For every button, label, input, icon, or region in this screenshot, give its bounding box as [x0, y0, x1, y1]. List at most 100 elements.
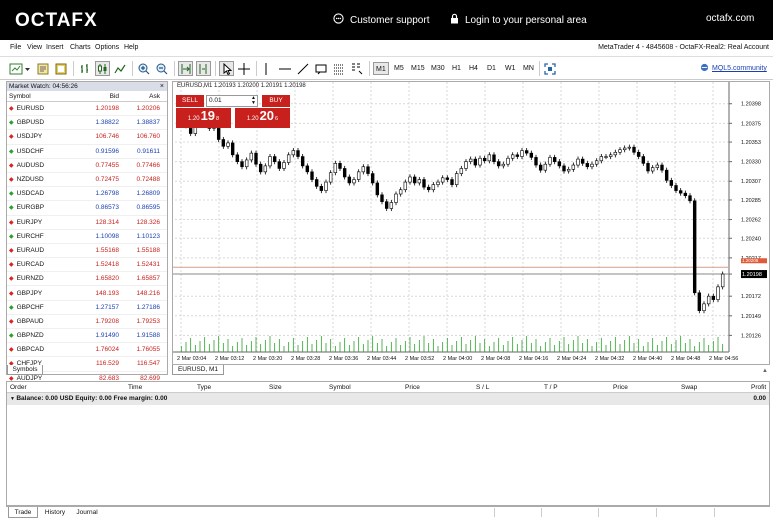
- col-type[interactable]: Type: [197, 382, 211, 393]
- profiles-button[interactable]: [36, 61, 50, 76]
- candle-body: [646, 163, 650, 172]
- tab-symbols[interactable]: Symbols: [7, 365, 43, 375]
- timeframe-h4[interactable]: H4: [467, 62, 480, 75]
- fullscreen-icon[interactable]: [543, 61, 557, 76]
- col-symbol[interactable]: Symbol: [329, 382, 351, 393]
- scroll-up-icon[interactable]: ▲: [762, 368, 768, 374]
- col-tp[interactable]: T / P: [544, 382, 558, 393]
- market-watch-row[interactable]: ◆ USDCAD 1.26798 1.26809: [7, 187, 167, 202]
- new-chart-button[interactable]: [8, 61, 32, 76]
- data-window-button[interactable]: [54, 61, 68, 76]
- col-profit[interactable]: Profit: [751, 382, 766, 393]
- col-ask[interactable]: Ask: [119, 91, 163, 101]
- market-watch-row[interactable]: ◆ EURGBP 0.86573 0.86595: [7, 201, 167, 216]
- trendline-icon[interactable]: [296, 61, 310, 76]
- candle-body: [454, 173, 459, 185]
- col-symbol[interactable]: Symbol: [7, 91, 77, 101]
- fibonacci-icon[interactable]: [332, 61, 346, 76]
- menu-help[interactable]: Help: [124, 44, 138, 51]
- candle-body: [282, 162, 286, 169]
- tab-history[interactable]: History: [40, 507, 70, 518]
- market-watch-row[interactable]: ◆ EURCHF 1.10098 1.10123: [7, 230, 167, 244]
- arrow-down-icon: ◆: [9, 106, 14, 113]
- menu-options[interactable]: Options: [95, 44, 119, 51]
- customer-support-link[interactable]: Customer support: [333, 13, 429, 27]
- col-time[interactable]: Time: [128, 382, 142, 393]
- buy-button[interactable]: BUY: [262, 95, 290, 107]
- tab-eurusd-m1[interactable]: EURUSD, M1: [172, 365, 224, 375]
- candle-body: [478, 157, 482, 166]
- menu-view[interactable]: View: [27, 44, 42, 51]
- balance-row[interactable]: ▼ Balance: 0.00 USD Equity: 0.00 Free ma…: [7, 393, 769, 405]
- col-swap[interactable]: Swap: [681, 382, 697, 393]
- timeframe-d1[interactable]: D1: [485, 62, 498, 75]
- shapes-icon[interactable]: [350, 61, 364, 76]
- sell-price-box[interactable]: 1.20 19 8: [176, 108, 231, 128]
- tab-journal[interactable]: Journal: [72, 507, 102, 518]
- timeframe-mn[interactable]: MN: [521, 62, 536, 75]
- market-watch-row[interactable]: ◆ EURNZD 1.65820 1.65857: [7, 272, 167, 287]
- text-label-icon[interactable]: [314, 61, 328, 76]
- symbol-name: GBPCHF: [16, 303, 44, 311]
- bid-cell: 1.55168: [95, 246, 120, 254]
- zoom-in-icon[interactable]: [137, 61, 151, 76]
- col-sl[interactable]: S / L: [476, 382, 489, 393]
- crosshair-icon[interactable]: [237, 61, 251, 76]
- zoom-out-icon[interactable]: [155, 61, 169, 76]
- login-link[interactable]: Login to your personal area: [450, 13, 587, 27]
- timeframe-w1[interactable]: W1: [503, 62, 518, 75]
- mql5-community-link[interactable]: MQL5.community: [700, 61, 767, 76]
- cursor-icon[interactable]: [219, 61, 234, 76]
- market-watch-row[interactable]: ◆ USDCHF 0.91596 0.91611: [7, 145, 167, 159]
- market-watch-row[interactable]: ◆ AUDUSD 0.77455 0.77466: [7, 159, 167, 173]
- buy-price-box[interactable]: 1.20 20 6: [235, 108, 290, 128]
- col-size[interactable]: Size: [269, 382, 282, 393]
- lot-size-input[interactable]: 0.01 ▲ ▼: [206, 95, 258, 107]
- vertical-line-icon[interactable]: [262, 61, 270, 76]
- col-order[interactable]: Order: [10, 382, 27, 393]
- market-watch-row[interactable]: ◆ USDJPY 106.746 106.760: [7, 130, 167, 145]
- market-watch-row[interactable]: ◆ GBPAUD 1.79208 1.79253: [7, 315, 167, 329]
- symbol-cell: ◆ EURCAD: [7, 261, 77, 268]
- site-link[interactable]: octafx.com: [706, 13, 754, 24]
- timeframe-m1[interactable]: M1: [373, 62, 389, 75]
- col-close-price[interactable]: Price: [613, 382, 628, 393]
- candle-body: [221, 139, 226, 147]
- market-watch-row[interactable]: ◆ EURCAD 1.52418 1.52431: [7, 258, 167, 273]
- spin-arrows-icon[interactable]: ▲ ▼: [251, 96, 256, 106]
- menu-file[interactable]: File: [10, 44, 21, 51]
- market-watch-row[interactable]: ◆ NZDUSD 0.72475 0.72488: [7, 173, 167, 188]
- market-watch-row[interactable]: ◆ GBPCHF 1.27157 1.27186: [7, 301, 167, 315]
- horizontal-line-icon[interactable]: [278, 61, 292, 76]
- close-icon[interactable]: ×: [160, 82, 164, 91]
- market-watch-row[interactable]: ◆ EURAUD 1.55168 1.55188: [7, 244, 167, 259]
- col-price[interactable]: Price: [405, 382, 420, 393]
- bid-cell: 1.76024: [95, 346, 120, 354]
- candle-body: [338, 163, 342, 169]
- timeframe-m5[interactable]: M5: [392, 62, 406, 75]
- candle-body: [324, 181, 328, 191]
- market-watch-row[interactable]: ◆ GBPJPY 148.193 148.216: [7, 286, 167, 301]
- chart-window[interactable]: 1.20398 1.20375 1.20353 1.20330 1.20307 1.202…: [172, 81, 770, 365]
- status-separator: [494, 508, 495, 517]
- market-watch-row[interactable]: ◆ GBPUSD 1.38822 1.38837: [7, 116, 167, 131]
- market-watch-row[interactable]: ◆ EURJPY 128.314 128.326: [7, 216, 167, 230]
- menu-charts[interactable]: Charts: [70, 44, 91, 51]
- line-chart-button[interactable]: [113, 61, 127, 76]
- candlestick-chart-button[interactable]: [95, 61, 110, 76]
- chart-shift-button[interactable]: [196, 61, 211, 76]
- market-watch-row[interactable]: ◆ GBPCAD 1.76024 1.76055: [7, 343, 167, 358]
- market-watch-row[interactable]: ◆ EURUSD 1.20198 1.20206: [7, 102, 167, 117]
- col-bid[interactable]: Bid: [77, 91, 119, 101]
- market-watch-row[interactable]: ◆ GBPNZD 1.91490 1.91588: [7, 329, 167, 344]
- timeframe-m30[interactable]: M30: [429, 62, 447, 75]
- bid-cell: 1.38822: [95, 119, 120, 127]
- menu-insert[interactable]: Insert: [46, 44, 64, 51]
- bar-chart-button[interactable]: [78, 61, 92, 76]
- candle-body: [464, 161, 468, 169]
- sell-button[interactable]: SELL: [176, 95, 204, 107]
- timeframe-m15[interactable]: M15: [409, 62, 427, 75]
- timeframe-h1[interactable]: H1: [450, 62, 463, 75]
- auto-scroll-button[interactable]: [178, 61, 193, 76]
- tab-trade[interactable]: Trade: [8, 507, 38, 518]
